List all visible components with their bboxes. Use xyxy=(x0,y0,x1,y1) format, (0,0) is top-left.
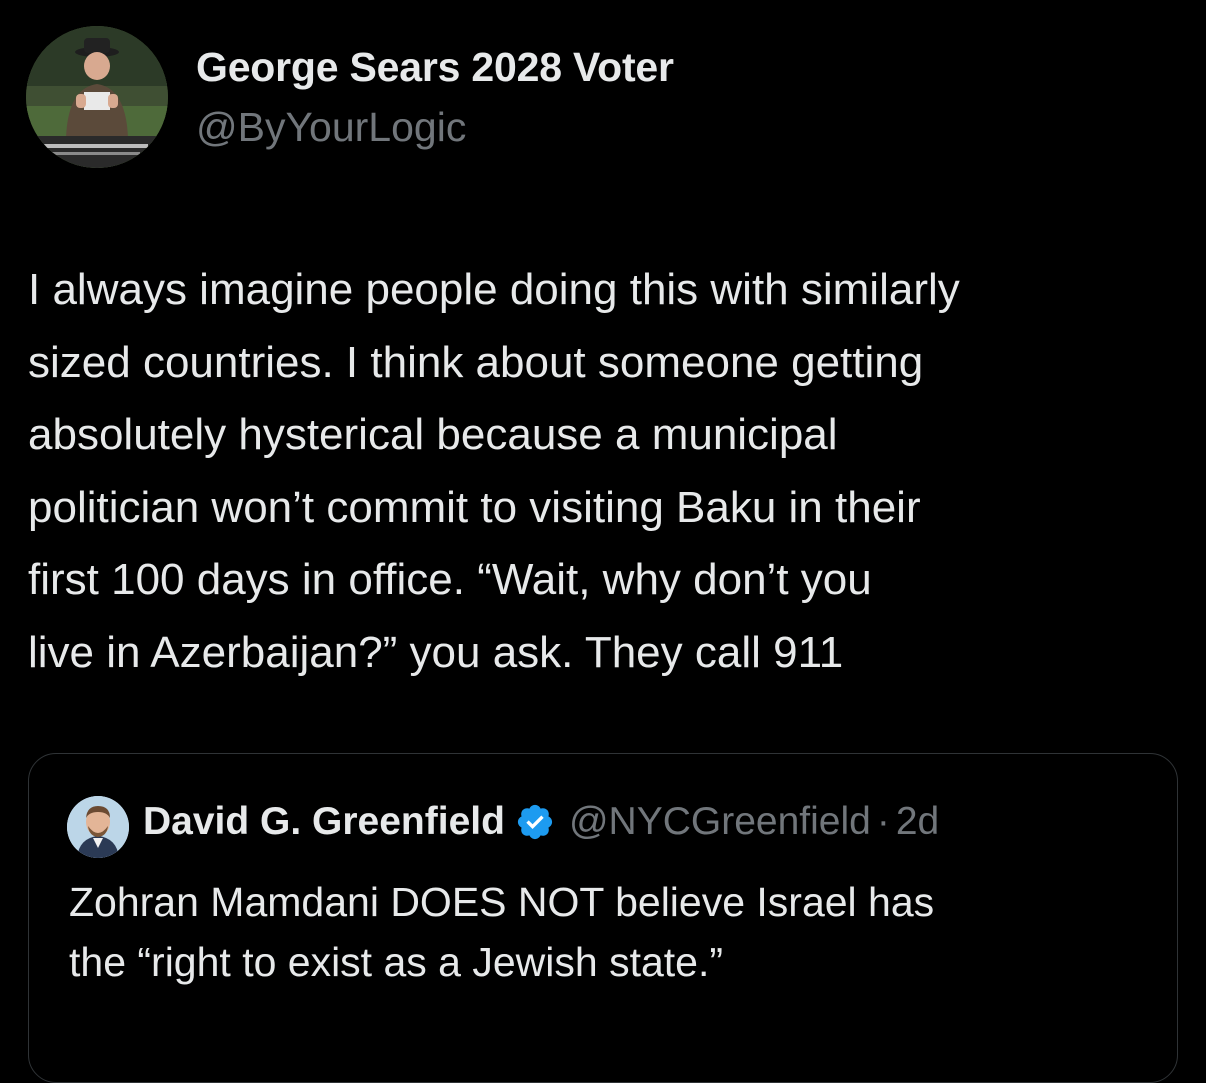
quoted-text-line: the “right to exist as a Jewish state.” xyxy=(69,939,723,985)
quoted-author-name[interactable]: David G. Greenfield xyxy=(143,800,505,844)
separator-dot: · xyxy=(876,800,890,843)
tweet-text-line: first 100 days in office. “Wait, why don… xyxy=(28,555,872,604)
tweet-text-line: sized countries. I think about someone g… xyxy=(28,337,924,387)
quoted-tweet-timestamp[interactable]: 2d xyxy=(896,800,939,844)
quoted-text-line: Zohran Mamdani DOES NOT believe Israel h… xyxy=(69,879,935,925)
tweet-text-line: absolutely hysterical because a municipa… xyxy=(28,410,838,459)
author-name[interactable]: George Sears 2028 Voter xyxy=(196,44,674,91)
quoted-tweet-text: Zohran Mamdani DOES NOT believe Israel h… xyxy=(69,872,1149,992)
tweet: George Sears 2028 Voter @ByYourLogic I a… xyxy=(0,0,1206,1083)
quoted-author-avatar[interactable] xyxy=(67,796,129,858)
tweet-text-line: I always imagine people doing this with … xyxy=(28,265,960,314)
author-avatar[interactable] xyxy=(26,26,168,168)
tweet-text-line: live in Azerbaijan?” you ask. They call … xyxy=(28,627,844,677)
quoted-tweet-header: David G. Greenfield @NYCGreenfield · 2d xyxy=(143,800,939,844)
quoted-tweet-card[interactable]: David G. Greenfield @NYCGreenfield · 2d … xyxy=(28,753,1178,1083)
verified-badge-icon xyxy=(515,802,555,842)
quoted-author-handle[interactable]: @NYCGreenfield xyxy=(569,800,871,844)
tweet-text-line: politician won’t commit to visiting Baku… xyxy=(28,482,921,532)
author-handle[interactable]: @ByYourLogic xyxy=(196,104,466,151)
tweet-text: I always imagine people doing this with … xyxy=(28,254,1188,689)
